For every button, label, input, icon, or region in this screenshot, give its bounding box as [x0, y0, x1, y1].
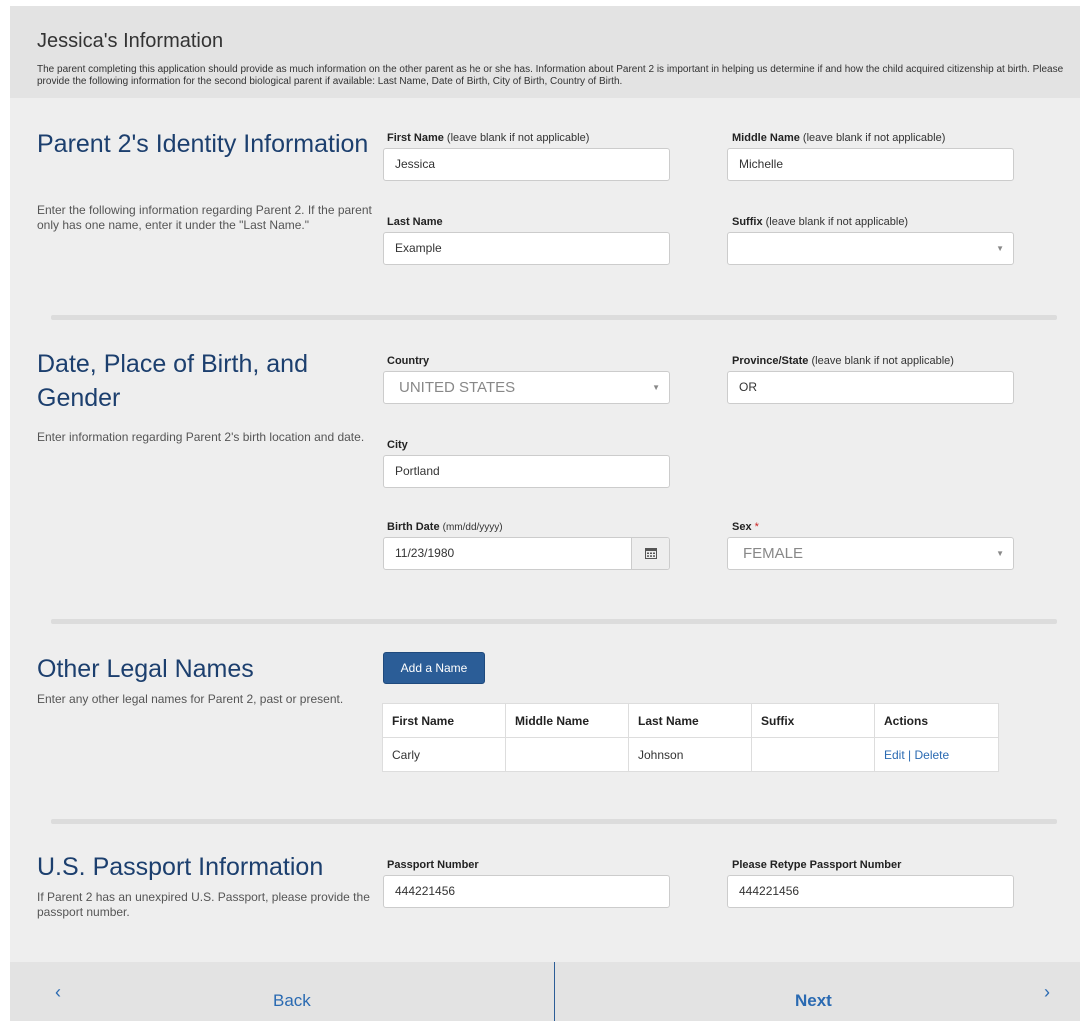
first-name-input[interactable]: Jessica	[383, 148, 670, 181]
sex-label: Sex *	[732, 521, 759, 533]
table-header-row: First Name Middle Name Last Name Suffix …	[382, 703, 999, 738]
cell-suffix	[751, 737, 875, 772]
calendar-icon	[645, 548, 657, 559]
footer-nav: ‹ Back Next ›	[10, 962, 1080, 1021]
middle-name-label: Middle Name (leave blank if not applicab…	[732, 132, 946, 144]
last-name-input[interactable]: Example	[383, 232, 670, 265]
page-title: Jessica's Information	[37, 30, 224, 52]
section-divider	[51, 619, 1057, 624]
city-label: City	[387, 439, 408, 451]
birth-section-title: Date, Place of Birth, and Gender	[37, 350, 308, 412]
cell-last-name: Johnson	[628, 737, 752, 772]
chevron-right-icon[interactable]: ›	[1044, 982, 1050, 1003]
country-select[interactable]: UNITED STATES ▼	[383, 371, 670, 404]
required-marker: *	[754, 521, 759, 533]
cell-first-name: Carly	[382, 737, 506, 772]
province-input[interactable]: OR	[727, 371, 1014, 404]
table-row: Carly Johnson Edit | Delete	[382, 737, 999, 772]
passport-number-input[interactable]: 444221456	[383, 875, 670, 908]
caret-down-icon: ▼	[996, 549, 1004, 558]
other-names-section-title: Other Legal Names	[37, 655, 254, 683]
middle-name-input[interactable]: Michelle	[727, 148, 1014, 181]
passport-number-label: Passport Number	[387, 859, 479, 871]
retype-passport-label: Please Retype Passport Number	[732, 859, 902, 871]
suffix-select[interactable]: ▼	[727, 232, 1014, 265]
retype-passport-input[interactable]: 444221456	[727, 875, 1014, 908]
other-names-table: First Name Middle Name Last Name Suffix …	[382, 703, 999, 772]
cell-actions: Edit | Delete	[874, 737, 999, 772]
column-header: First Name	[382, 703, 506, 738]
identity-section-title: Parent 2's Identity Information	[37, 130, 369, 158]
country-label: Country	[387, 355, 430, 367]
column-header: Suffix	[751, 703, 875, 738]
footer-divider	[554, 962, 555, 1021]
first-name-label: First Name (leave blank if not applicabl…	[387, 132, 590, 144]
caret-down-icon: ▼	[652, 383, 660, 392]
calendar-button[interactable]	[631, 538, 669, 569]
country-value: UNITED STATES	[399, 379, 516, 396]
last-name-label: Last Name	[387, 216, 443, 228]
section-divider	[51, 315, 1057, 320]
action-separator: |	[908, 747, 912, 762]
cell-middle-name	[505, 737, 629, 772]
other-names-section-description: Enter any other legal names for Parent 2…	[37, 692, 344, 706]
delete-link[interactable]: Delete	[915, 748, 950, 762]
suffix-label: Suffix (leave blank if not applicable)	[732, 216, 909, 228]
birth-date-label: Birth Date (mm/dd/yyyy)	[387, 521, 503, 533]
section-divider	[51, 819, 1057, 824]
caret-down-icon: ▼	[996, 244, 1004, 253]
passport-section-description: If Parent 2 has an unexpired U.S. Passpo…	[37, 890, 370, 919]
chevron-left-icon[interactable]: ‹	[55, 982, 61, 1003]
column-header: Actions	[874, 703, 999, 738]
province-label: Province/State (leave blank if not appli…	[732, 355, 954, 367]
birth-date-value: 11/23/1980	[395, 546, 455, 560]
next-button[interactable]: Next	[795, 991, 832, 1011]
column-header: Last Name	[628, 703, 752, 738]
birth-section-description: Enter information regarding Parent 2's b…	[37, 430, 365, 444]
column-header: Middle Name	[505, 703, 629, 738]
application-page: Jessica's Information The parent complet…	[10, 6, 1080, 1021]
sex-select[interactable]: FEMALE ▼	[727, 537, 1014, 570]
identity-section-description: Enter the following information regardin…	[37, 203, 372, 232]
city-input[interactable]: Portland	[383, 455, 670, 488]
birth-date-input[interactable]: 11/23/1980	[383, 537, 670, 570]
page-description: The parent completing this application s…	[37, 64, 1064, 87]
add-name-button[interactable]: Add a Name	[383, 652, 485, 684]
sex-value: FEMALE	[743, 545, 804, 562]
passport-section-title: U.S. Passport Information	[37, 853, 324, 881]
back-button[interactable]: Back	[273, 991, 311, 1011]
info-banner: Jessica's Information The parent complet…	[10, 6, 1080, 98]
edit-link[interactable]: Edit	[884, 748, 905, 762]
